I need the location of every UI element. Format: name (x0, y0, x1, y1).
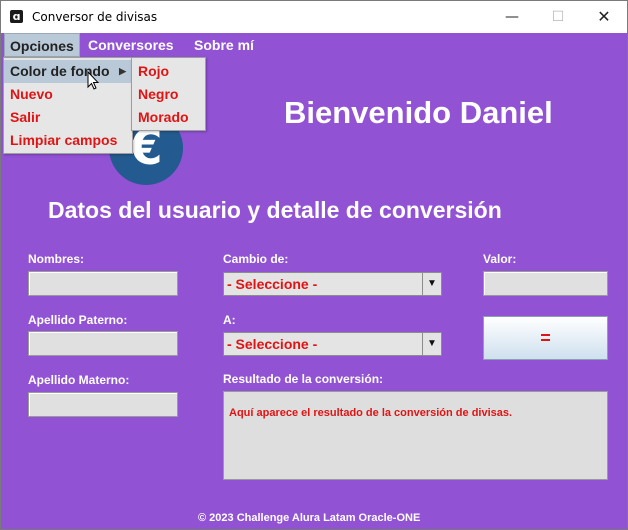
apellido-materno-label: Apellido Materno: (28, 373, 130, 387)
title-bar: ɑ Conversor de divisas — ☐ ✕ (1, 1, 627, 33)
cambio-de-value: - Seleccione - (227, 276, 318, 292)
resultado-text: Aquí aparece el resultado de la conversi… (229, 407, 513, 419)
minimize-button[interactable]: — (489, 1, 535, 33)
a-select[interactable]: - Seleccione - ▼ (223, 332, 442, 356)
menu-bar: Opciones Conversores Sobre mí (1, 33, 627, 57)
cambio-de-select[interactable]: - Seleccione - ▼ (223, 272, 442, 296)
menu-conversores[interactable]: Conversores (83, 33, 179, 57)
apellido-paterno-label: Apellido Paterno: (28, 313, 128, 327)
menu-item-salir[interactable]: Salir (4, 106, 132, 129)
valor-input[interactable] (483, 271, 608, 296)
close-button[interactable]: ✕ (581, 1, 627, 33)
maximize-button[interactable]: ☐ (535, 1, 581, 33)
menu-item-negro[interactable]: Negro (132, 83, 205, 106)
menu-opciones[interactable]: Opciones (4, 33, 80, 57)
opciones-menu: Color de fondo ▶ Nuevo Salir Limpiar cam… (3, 57, 133, 154)
app-icon: ɑ (10, 10, 23, 23)
menu-sobre-mi[interactable]: Sobre mí (189, 33, 259, 57)
nombres-input[interactable] (28, 271, 178, 296)
submenu-arrow-icon: ▶ (119, 66, 126, 76)
resultado-label: Resultado de la conversión: (223, 372, 384, 386)
color-submenu: Rojo Negro Morado (131, 57, 206, 131)
cursor-icon (87, 71, 99, 90)
nombres-label: Nombres: (28, 252, 85, 266)
app-window: ɑ Conversor de divisas — ☐ ✕ Opciones Co… (0, 0, 628, 530)
resultado-textarea[interactable]: Aquí aparece el resultado de la conversi… (223, 391, 608, 480)
a-value: - Seleccione - (227, 336, 318, 352)
apellido-materno-input[interactable] (28, 392, 178, 417)
chevron-down-icon[interactable]: ▼ (422, 273, 441, 295)
apellido-paterno-input[interactable] (28, 331, 178, 356)
menu-item-rojo[interactable]: Rojo (132, 60, 205, 83)
convert-button[interactable]: = (483, 316, 608, 360)
section-title: Datos del usuario y detalle de conversió… (48, 197, 502, 223)
menu-item-limpiar-campos[interactable]: Limpiar campos (4, 129, 132, 152)
chevron-down-icon[interactable]: ▼ (422, 333, 441, 355)
a-label: A: (223, 313, 236, 327)
welcome-heading: Bienvenido Daniel (284, 95, 553, 130)
cambio-de-label: Cambio de: (223, 252, 289, 266)
window-title: Conversor de divisas (32, 10, 158, 24)
menu-item-nuevo[interactable]: Nuevo (4, 83, 132, 106)
menu-item-morado[interactable]: Morado (132, 106, 205, 129)
menu-item-color-de-fondo[interactable]: Color de fondo ▶ (4, 60, 132, 83)
footer-text: © 2023 Challenge Alura Latam Oracle-ONE (198, 512, 421, 524)
valor-label: Valor: (483, 252, 517, 266)
